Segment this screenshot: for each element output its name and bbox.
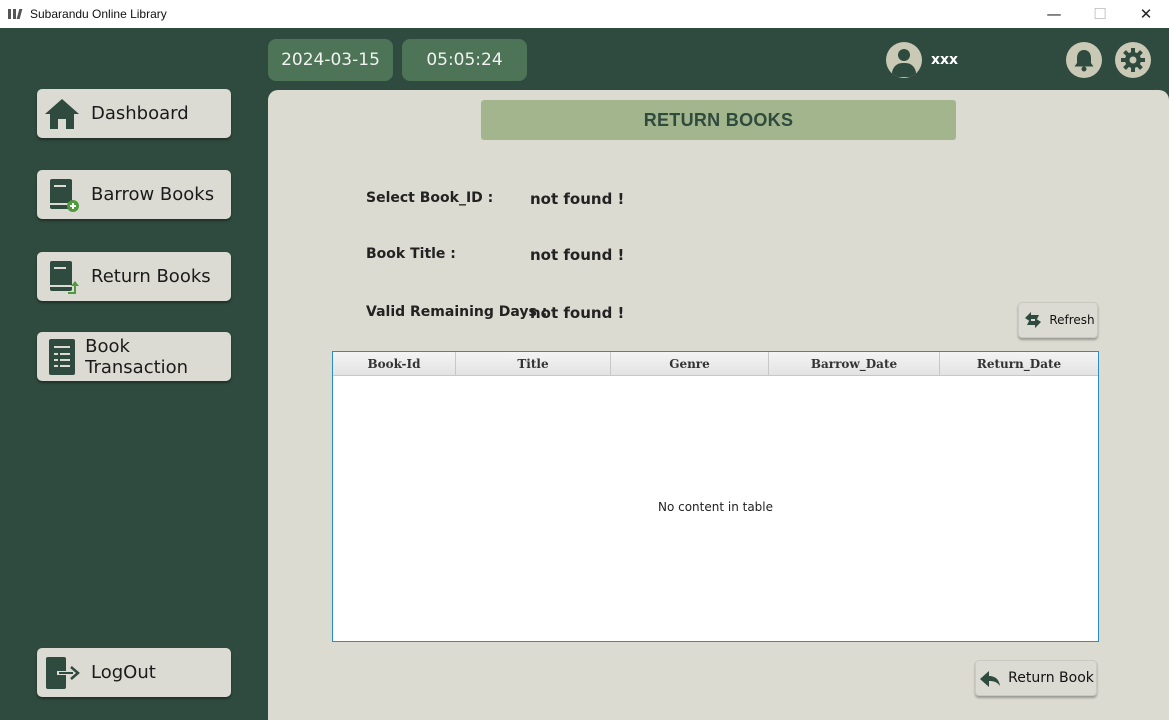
logout-icon xyxy=(43,654,81,692)
window-titlebar: Subarandu Online Library — ☐ ✕ xyxy=(0,0,1169,28)
close-button[interactable]: ✕ xyxy=(1123,0,1169,28)
app-logo-icon xyxy=(8,7,24,21)
document-list-icon xyxy=(44,338,80,376)
book-return-icon xyxy=(43,258,81,296)
return-book-label: Return Book xyxy=(1008,670,1094,686)
sidebar-item-dashboard[interactable]: Dashboard xyxy=(37,89,231,138)
select-book-id-value: not found ! xyxy=(530,190,625,208)
column-header-title[interactable]: Title xyxy=(456,352,611,375)
book-title-value: not found ! xyxy=(530,246,625,264)
minimize-button[interactable]: — xyxy=(1031,0,1077,28)
valid-remaining-days-value: not found ! xyxy=(530,304,625,322)
book-title-label: Book Title : xyxy=(366,246,456,262)
sidebar-item-label: Return Books xyxy=(91,266,211,287)
column-header-return-date[interactable]: Return_Date xyxy=(940,352,1098,375)
column-header-genre[interactable]: Genre xyxy=(611,352,769,375)
transactions-table[interactable]: Book-Id Title Genre Barrow_Date Return_D… xyxy=(332,351,1099,642)
refresh-label: Refresh xyxy=(1049,313,1095,327)
column-header-barrow-date[interactable]: Barrow_Date xyxy=(769,352,940,375)
valid-remaining-days-label: Valid Remaining Days : xyxy=(366,304,548,320)
sidebar-item-label: Barrow Books xyxy=(91,184,215,205)
date-display: 2024-03-15 xyxy=(268,39,393,81)
main-panel: RETURN BOOKS Select Book_ID : not found … xyxy=(268,90,1169,720)
bell-icon[interactable] xyxy=(1066,42,1102,78)
page-title: RETURN BOOKS xyxy=(481,100,956,140)
table-header: Book-Id Title Genre Barrow_Date Return_D… xyxy=(333,352,1098,376)
user-profile[interactable]: xxx xyxy=(886,42,958,78)
table-empty-message: No content in table xyxy=(657,500,774,514)
sidebar-item-barrow-books[interactable]: Barrow Books xyxy=(37,170,231,219)
select-book-id-label: Select Book_ID : xyxy=(366,190,494,206)
home-icon xyxy=(43,95,81,133)
sidebar-item-label: LogOut xyxy=(91,662,156,683)
sidebar-item-book-transaction[interactable]: Book Transaction xyxy=(37,332,231,381)
time-display: 05:05:24 xyxy=(402,39,527,81)
window-title: Subarandu Online Library xyxy=(30,7,167,21)
logout-button[interactable]: LogOut xyxy=(37,648,231,697)
user-avatar-icon xyxy=(886,42,922,78)
return-book-button[interactable]: Return Book xyxy=(975,660,1097,696)
sidebar-item-label: Dashboard xyxy=(91,103,189,124)
sidebar-item-label: Book Transaction xyxy=(85,335,189,378)
sidebar-item-return-books[interactable]: Return Books xyxy=(37,252,231,301)
gear-icon[interactable] xyxy=(1115,42,1151,78)
window-controls: — ☐ ✕ xyxy=(1031,0,1169,28)
return-arrow-icon xyxy=(978,667,1002,689)
column-header-book-id[interactable]: Book-Id xyxy=(333,352,456,375)
username-label: xxx xyxy=(931,52,959,68)
maximize-button[interactable]: ☐ xyxy=(1077,0,1123,28)
refresh-icon xyxy=(1021,310,1045,330)
book-add-icon xyxy=(43,176,81,214)
refresh-button[interactable]: Refresh xyxy=(1018,302,1098,338)
